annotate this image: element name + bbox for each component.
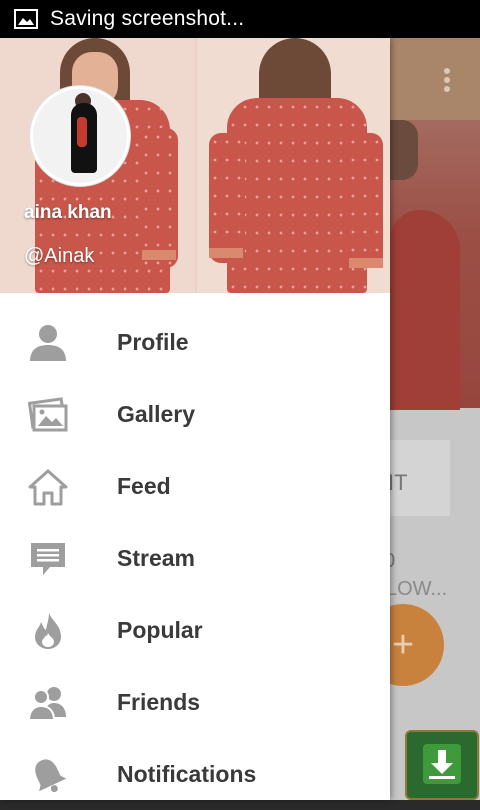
bell-icon <box>28 755 68 795</box>
flame-icon <box>28 611 68 651</box>
menu-item-gallery[interactable]: Gallery <box>0 378 390 450</box>
drawer-header: aina khan @Ainak <box>0 38 390 293</box>
gallery-icon <box>28 395 68 435</box>
menu-item-friends[interactable]: Friends <box>0 666 390 738</box>
status-bar: Saving screenshot... <box>0 0 480 38</box>
menu-item-label: Notifications <box>117 760 257 787</box>
menu-item-profile[interactable]: Profile <box>0 306 390 378</box>
menu-item-label: Stream <box>117 544 195 571</box>
chat-bubble-icon <box>28 539 68 579</box>
home-icon <box>28 467 68 507</box>
user-name: aina khan <box>24 202 112 223</box>
menu-item-label: Friends <box>117 688 201 715</box>
avatar[interactable] <box>30 86 130 186</box>
friends-icon <box>28 683 68 723</box>
menu-item-label: Gallery <box>117 400 195 427</box>
navigation-drawer: aina khan @Ainak Profile Gallery Feed St… <box>0 38 390 800</box>
header-photo-back <box>197 38 390 293</box>
image-icon <box>14 9 38 29</box>
menu-item-label: Profile <box>117 328 189 355</box>
drawer-scrim[interactable] <box>390 38 480 800</box>
menu-item-label: Popular <box>117 616 203 643</box>
menu-item-popular[interactable]: Popular <box>0 594 390 666</box>
user-handle: @Ainak <box>24 245 95 267</box>
status-text: Saving screenshot... <box>50 7 245 30</box>
menu-item-stream[interactable]: Stream <box>0 522 390 594</box>
menu-item-feed[interactable]: Feed <box>0 450 390 522</box>
drawer-menu: Profile Gallery Feed Stream Popular Frie… <box>0 306 390 810</box>
menu-item-notifications[interactable]: Notifications <box>0 738 390 810</box>
person-icon <box>28 323 68 363</box>
menu-item-label: Feed <box>117 472 171 499</box>
